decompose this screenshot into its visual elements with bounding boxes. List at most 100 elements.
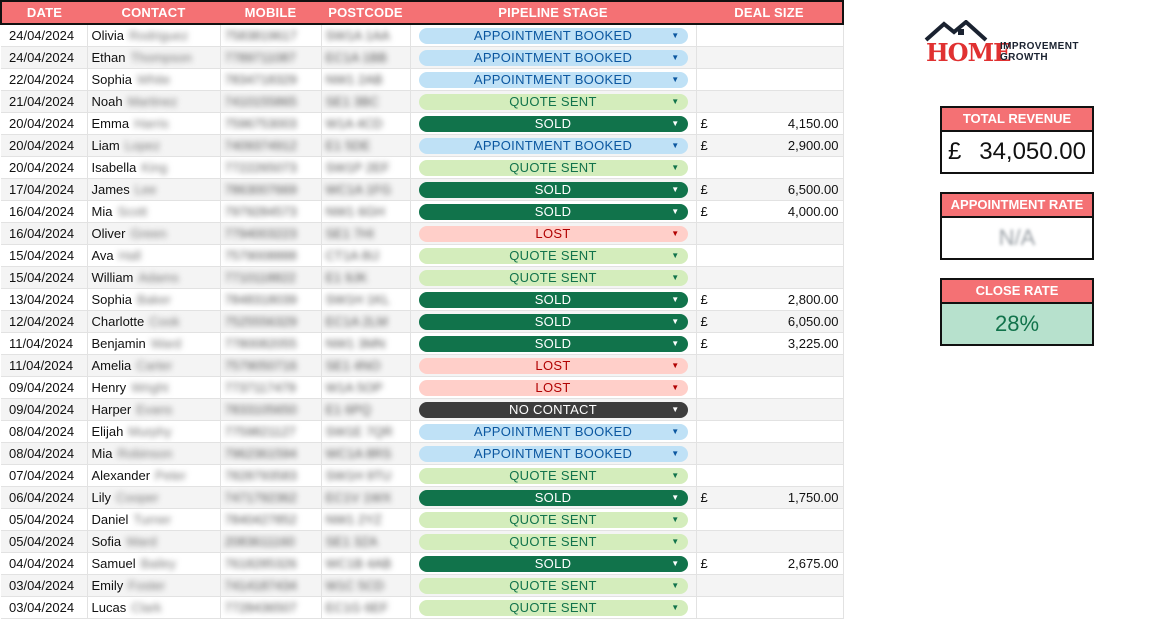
contact-cell[interactable]: Oliver Green [87, 222, 221, 245]
mobile-cell[interactable]: 7828793583 [220, 464, 322, 487]
pipeline-stage-dropdown[interactable]: LOST ▼ [418, 225, 688, 242]
mobile-cell[interactable]: 7583819617 [220, 24, 322, 47]
mobile-cell[interactable]: 7840427852 [220, 508, 322, 531]
date-cell[interactable]: 16/04/2024 [1, 200, 88, 223]
deal-size-cell[interactable] [696, 464, 844, 487]
postcode-cell[interactable]: SE1 3ZA [321, 530, 411, 553]
postcode-cell[interactable]: WC1A 8RS [321, 442, 411, 465]
deal-size-cell[interactable]: £3,225.00 [696, 332, 844, 355]
mobile-cell[interactable]: 7471792362 [220, 486, 322, 509]
column-header-postcode[interactable]: POSTCODE [321, 0, 410, 25]
mobile-cell[interactable]: 7596753003 [220, 112, 322, 135]
date-cell[interactable]: 03/04/2024 [1, 574, 88, 597]
postcode-cell[interactable]: EC1A 2LM [321, 310, 411, 333]
contact-cell[interactable]: Sophia White [87, 68, 221, 91]
postcode-cell[interactable]: E1 5DE [321, 134, 411, 157]
pipeline-stage-dropdown[interactable]: QUOTE SENT ▼ [418, 533, 688, 550]
deal-size-cell[interactable]: £6,050.00 [696, 310, 844, 333]
postcode-cell[interactable]: EC1A 1BB [321, 46, 411, 69]
contact-cell[interactable]: Emily Foster [87, 574, 221, 597]
mobile-cell[interactable]: 7794003223 [220, 222, 322, 245]
deal-size-cell[interactable] [696, 244, 844, 267]
pipeline-stage-dropdown[interactable]: APPOINTMENT BOOKED ▼ [418, 423, 688, 440]
mobile-cell[interactable]: 7409374912 [220, 134, 322, 157]
mobile-cell[interactable]: 7848318039 [220, 288, 322, 311]
contact-cell[interactable]: Ava Hall [87, 244, 221, 267]
deal-size-cell[interactable] [696, 46, 844, 69]
pipeline-stage-dropdown[interactable]: NO CONTACT ▼ [418, 401, 688, 418]
mobile-cell[interactable]: 7525556329 [220, 310, 322, 333]
contact-cell[interactable]: Samuel Bailey [87, 552, 221, 575]
date-cell[interactable]: 11/04/2024 [1, 354, 88, 377]
date-cell[interactable]: 06/04/2024 [1, 486, 88, 509]
column-header-mobile[interactable]: MOBILE [220, 0, 321, 25]
deal-size-cell[interactable]: £1,750.00 [696, 486, 844, 509]
date-cell[interactable]: 08/04/2024 [1, 442, 88, 465]
pipeline-stage-dropdown[interactable]: SOLD ▼ [418, 181, 688, 198]
mobile-cell[interactable]: 7780082055 [220, 332, 322, 355]
pipeline-stage-dropdown[interactable]: APPOINTMENT BOOKED ▼ [418, 445, 688, 462]
postcode-cell[interactable]: SE1 3BC [321, 90, 411, 113]
deal-size-cell[interactable]: £4,000.00 [696, 200, 844, 223]
deal-size-cell[interactable] [696, 266, 844, 289]
date-cell[interactable]: 08/04/2024 [1, 420, 88, 443]
pipeline-stage-dropdown[interactable]: QUOTE SENT ▼ [418, 269, 688, 286]
postcode-cell[interactable]: E1 9JK [321, 266, 411, 289]
date-cell[interactable]: 16/04/2024 [1, 222, 88, 245]
pipeline-stage-dropdown[interactable]: LOST ▼ [418, 357, 688, 374]
postcode-cell[interactable]: W1A 4CD [321, 112, 411, 135]
date-cell[interactable]: 09/04/2024 [1, 376, 88, 399]
pipeline-stage-dropdown[interactable]: SOLD ▼ [418, 291, 688, 308]
mobile-cell[interactable]: 7710118822 [220, 266, 322, 289]
pipeline-stage-dropdown[interactable]: QUOTE SENT ▼ [418, 511, 688, 528]
date-cell[interactable]: 09/04/2024 [1, 398, 88, 421]
postcode-cell[interactable]: WC1B 4AB [321, 552, 411, 575]
deal-size-cell[interactable] [696, 530, 844, 553]
postcode-cell[interactable]: W1A 5OP [321, 376, 411, 399]
contact-cell[interactable]: Benjamin Ward [87, 332, 221, 355]
date-cell[interactable]: 05/04/2024 [1, 530, 88, 553]
postcode-cell[interactable]: EC1G 6EF [321, 596, 411, 619]
deal-size-cell[interactable] [696, 68, 844, 91]
mobile-cell[interactable]: 7722265073 [220, 156, 322, 179]
pipeline-stage-dropdown[interactable]: APPOINTMENT BOOKED ▼ [418, 71, 688, 88]
deal-size-cell[interactable]: £2,800.00 [696, 288, 844, 311]
date-cell[interactable]: 24/04/2024 [1, 24, 88, 47]
date-cell[interactable]: 05/04/2024 [1, 508, 88, 531]
contact-cell[interactable]: Noah Martinez [87, 90, 221, 113]
mobile-cell[interactable]: 7789711087 [220, 46, 322, 69]
mobile-cell[interactable]: 7759821127 [220, 420, 322, 443]
pipeline-stage-dropdown[interactable]: APPOINTMENT BOOKED ▼ [418, 137, 688, 154]
mobile-cell[interactable]: 7579050716 [220, 354, 322, 377]
deal-size-cell[interactable]: £4,150.00 [696, 112, 844, 135]
postcode-cell[interactable]: WC1A 1FG [321, 178, 411, 201]
contact-cell[interactable]: Henry Wright [87, 376, 221, 399]
deal-size-cell[interactable] [696, 90, 844, 113]
contact-cell[interactable]: James Lee [87, 178, 221, 201]
contact-cell[interactable]: Mia Robinson [87, 442, 221, 465]
date-cell[interactable]: 24/04/2024 [1, 46, 88, 69]
postcode-cell[interactable]: NW1 6GH [321, 200, 411, 223]
mobile-cell[interactable]: 7728436507 [220, 596, 322, 619]
mobile-cell[interactable]: 7833105650 [220, 398, 322, 421]
deal-size-cell[interactable] [696, 420, 844, 443]
postcode-cell[interactable]: NW1 3MN [321, 332, 411, 355]
deal-size-cell[interactable] [696, 398, 844, 421]
date-cell[interactable]: 15/04/2024 [1, 244, 88, 267]
contact-cell[interactable]: Isabella King [87, 156, 221, 179]
deal-size-cell[interactable] [696, 442, 844, 465]
pipeline-stage-dropdown[interactable]: QUOTE SENT ▼ [418, 467, 688, 484]
deal-size-cell[interactable] [696, 156, 844, 179]
pipeline-stage-dropdown[interactable]: QUOTE SENT ▼ [418, 577, 688, 594]
postcode-cell[interactable]: SW1H 9TU [321, 464, 411, 487]
postcode-cell[interactable]: CT1A 8IJ [321, 244, 411, 267]
deal-size-cell[interactable] [696, 354, 844, 377]
mobile-cell[interactable]: 7737117479 [220, 376, 322, 399]
postcode-cell[interactable]: W1C 5CD [321, 574, 411, 597]
postcode-cell[interactable]: SW1E 7QR [321, 420, 411, 443]
contact-cell[interactable]: Elijah Murphy [87, 420, 221, 443]
column-header-deal-size[interactable]: DEAL SIZE [696, 0, 844, 25]
postcode-cell[interactable]: E1 6PQ [321, 398, 411, 421]
date-cell[interactable]: 20/04/2024 [1, 134, 88, 157]
mobile-cell[interactable]: 7979284573 [220, 200, 322, 223]
